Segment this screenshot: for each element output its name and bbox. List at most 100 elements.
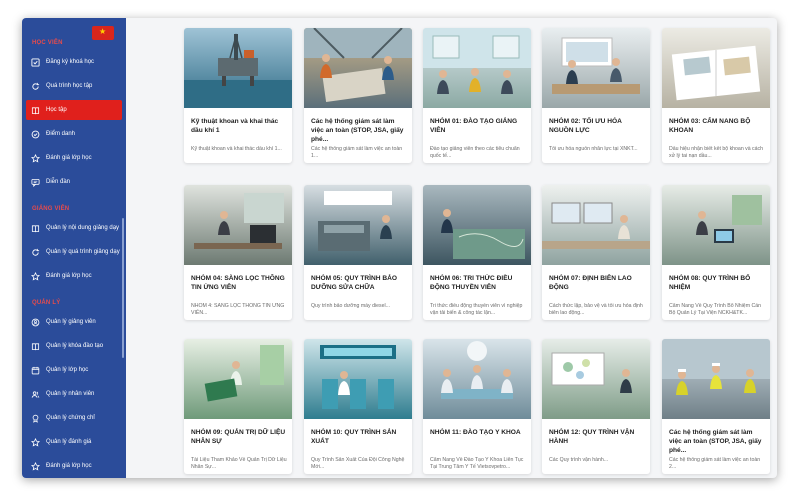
sidebar-section-title: GIẢNG VIÊN [32, 206, 70, 212]
course-title[interactable]: Kỹ thuật khoan và khai thác dầu khí 1 [191, 117, 287, 144]
course-thumbnail[interactable] [184, 185, 292, 265]
sidebar-item[interactable]: Diễn đàn [26, 172, 122, 192]
sidebar-item[interactable]: Quản lý nhân viên [26, 384, 122, 404]
sidebar-item-label: Đánh giá lớp học [46, 463, 92, 469]
course-description: Tri thức điều động thuyền viên vì nghiệp… [430, 303, 523, 316]
sidebar-item[interactable]: Quản lý đánh giá [26, 432, 122, 452]
course-description: Cẩm Nang Về Đào Tạo Y Khoa Liên Tục Tại … [430, 457, 524, 470]
course-title[interactable]: NHÓM 05: QUY TRÌNH BẢO DƯỠNG SỬA CHỮA [311, 274, 407, 301]
course-thumbnail[interactable] [662, 28, 770, 108]
sidebar-item-label: Học tập [46, 107, 67, 113]
sidebar-item[interactable]: Đánh giá lớp học [26, 148, 122, 168]
course-description: Quy trình bảo dưỡng máy diesel... [311, 303, 390, 309]
course-thumbnail[interactable] [662, 185, 770, 265]
sidebar-item[interactable]: Quản lý khóa đào tạo [26, 336, 122, 356]
course-title[interactable]: Các hệ thống giám sát làm việc an toàn (… [311, 117, 407, 144]
course-description: Tối ưu hóa nguồn nhân lực tại XNKT... [549, 146, 638, 152]
sidebar-item[interactable]: Điểm danh [26, 124, 122, 144]
course-card[interactable]: NHÓM 01: ĐÀO TẠO GIẢNG VIÊN Đào tạo giảng… [423, 28, 531, 163]
book-icon [31, 106, 40, 115]
sidebar-item[interactable]: Đánh giá lớp học [26, 456, 122, 476]
course-title[interactable]: NHÓM 08: QUY TRÌNH BỔ NHIỆM [669, 274, 765, 301]
sidebar-item-label: Quản lý nhân viên [46, 391, 95, 397]
course-thumbnail[interactable] [304, 28, 412, 108]
flag-icon [92, 26, 114, 40]
course-card[interactable]: NHÓM 02: TỐI ƯU HÓA NGUỒN LỰC Tối ưu hóa … [542, 28, 650, 163]
course-card[interactable]: NHÓM 06: TRI THỨC ĐIỀU ĐỘNG THUYỀN VIÊN T… [423, 185, 531, 320]
sidebar-section-title: HỌC VIÊN [32, 40, 63, 46]
app-window: HỌC VIÊN Đăng ký khoá học Quá trình học tậ… [22, 18, 777, 478]
course-title[interactable]: NHÓM 12: QUY TRÌNH VẬN HÀNH [549, 428, 645, 455]
course-description: Các hệ thống giám sát làm việc an toàn 1… [311, 146, 403, 159]
course-title[interactable]: NHÓM 01: ĐÀO TẠO GIẢNG VIÊN [430, 117, 526, 144]
sidebar-item[interactable]: Đăng ký khoá học [26, 52, 122, 72]
sidebar-item[interactable]: Học tập [26, 100, 122, 120]
sidebar-item-label: Điểm danh [46, 131, 76, 137]
course-description: Tài Liệu Tham Khảo Về Quản Trị Dữ Liệu N… [191, 457, 287, 470]
user-circle-icon [31, 318, 40, 327]
sidebar-item[interactable]: Quản lý lớp học [26, 360, 122, 380]
sidebar-item-label: Quản lý nội dung giảng dạy [46, 225, 120, 231]
course-thumbnail[interactable] [304, 339, 412, 419]
course-card[interactable]: Kỹ thuật khoan và khai thác dầu khí 1 Kỹ … [184, 28, 292, 163]
sidebar-item[interactable]: Quản lý chứng chỉ [26, 408, 122, 428]
users-icon [31, 390, 40, 399]
course-card[interactable]: NHÓM 09: QUẢN TRỊ DỮ LIỆU NHÂN SỰ Tài Liệ… [184, 339, 292, 474]
course-card[interactable]: NHÓM 03: CẨM NANG BỘ KHOAN Dấu hiệu nhận … [662, 28, 770, 163]
course-title[interactable]: NHÓM 11: ĐÀO TẠO Y KHOA [430, 428, 526, 455]
course-thumbnail[interactable] [423, 28, 531, 108]
sidebar-item-label: Quản lý đánh giá [46, 439, 92, 445]
sidebar-item[interactable]: Quá trình học tập [26, 76, 122, 96]
course-thumbnail[interactable] [662, 339, 770, 419]
sidebar: HỌC VIÊN Đăng ký khoá học Quá trình học tậ… [22, 18, 126, 478]
sidebar-item-label: Diễn đàn [46, 179, 71, 185]
course-card[interactable]: Các hệ thống giám sát làm việc an toàn (… [662, 339, 770, 474]
course-title[interactable]: NHÓM 06: TRI THỨC ĐIỀU ĐỘNG THUYỀN VIÊN [430, 274, 526, 301]
book-icon [31, 342, 40, 351]
course-card[interactable]: NHÓM 11: ĐÀO TẠO Y KHOA Cẩm Nang Về Đào T… [423, 339, 531, 474]
course-thumbnail[interactable] [542, 185, 650, 265]
course-thumbnail[interactable] [184, 28, 292, 108]
course-card[interactable]: NHÓM 08: QUY TRÌNH BỔ NHIỆM Cẩm Nang Về Q… [662, 185, 770, 320]
book-icon [31, 224, 40, 233]
course-grid: Kỹ thuật khoan và khai thác dầu khí 1 Kỹ … [184, 28, 777, 478]
course-thumbnail[interactable] [542, 339, 650, 419]
course-thumbnail[interactable] [304, 185, 412, 265]
course-card[interactable]: NHÓM 04: SÀNG LỌC THÔNG TIN ỨNG VIÊN NHÓM… [184, 185, 292, 320]
course-title[interactable]: NHÓM 09: QUẢN TRỊ DỮ LIỆU NHÂN SỰ [191, 428, 287, 455]
star-icon [31, 437, 40, 447]
course-card[interactable]: NHÓM 05: QUY TRÌNH BẢO DƯỠNG SỬA CHỮA Quy… [304, 185, 412, 320]
sidebar-item[interactable]: Quản lý quá trình giảng dạy [26, 242, 122, 262]
sidebar-item[interactable]: Quản lý nội dung giảng dạy [26, 218, 122, 238]
course-title[interactable]: NHÓM 04: SÀNG LỌC THÔNG TIN ỨNG VIÊN [191, 274, 287, 301]
course-card[interactable]: NHÓM 07: ĐỊNH BIÊN LAO ĐỘNG Cách thức lập… [542, 185, 650, 320]
sidebar-item[interactable]: Đánh giá lớp học [26, 266, 122, 286]
course-thumbnail[interactable] [542, 28, 650, 108]
course-title[interactable]: NHÓM 03: CẨM NANG BỘ KHOAN [669, 117, 765, 144]
sidebar-scrollbar[interactable] [122, 218, 124, 358]
star-icon [31, 153, 40, 163]
forum-icon [31, 178, 40, 187]
course-title[interactable]: NHÓM 02: TỐI ƯU HÓA NGUỒN LỰC [549, 117, 645, 144]
sidebar-item[interactable]: Quản lý giảng viên [26, 312, 122, 332]
course-title[interactable]: NHÓM 07: ĐỊNH BIÊN LAO ĐỘNG [549, 274, 645, 301]
course-description: Các hệ thống giám sát làm việc an toàn 2… [669, 457, 761, 470]
course-thumbnail[interactable] [423, 185, 531, 265]
course-thumbnail[interactable] [184, 339, 292, 419]
sidebar-item-label: Quản lý khóa đào tạo [46, 343, 104, 349]
course-thumbnail[interactable] [423, 339, 531, 419]
course-title[interactable]: NHÓM 10: QUY TRÌNH SẢN XUẤT [311, 428, 407, 455]
sidebar-item-label: Đánh giá lớp học [46, 273, 92, 279]
course-title[interactable]: Các hệ thống giám sát làm việc an toàn (… [669, 428, 765, 455]
star-icon [31, 461, 40, 471]
course-card[interactable]: NHÓM 12: QUY TRÌNH VẬN HÀNH Các Quy trình… [542, 339, 650, 474]
course-card[interactable]: Các hệ thống giám sát làm việc an toàn (… [304, 28, 412, 163]
course-description: Quy Trình Sản Xuất Của Đội Công Nghệ Mới… [311, 457, 405, 470]
content-gutter [126, 18, 184, 478]
course-description: Kỹ thuật khoan và khai thác dầu khí 1... [191, 146, 282, 152]
brand-logo[interactable] [90, 26, 116, 48]
check-circle-icon [31, 130, 40, 139]
refresh-icon [31, 248, 40, 257]
course-description: Các Quy trình vận hành... [549, 457, 609, 463]
course-card[interactable]: NHÓM 10: QUY TRÌNH SẢN XUẤT Quy Trình Sản… [304, 339, 412, 474]
